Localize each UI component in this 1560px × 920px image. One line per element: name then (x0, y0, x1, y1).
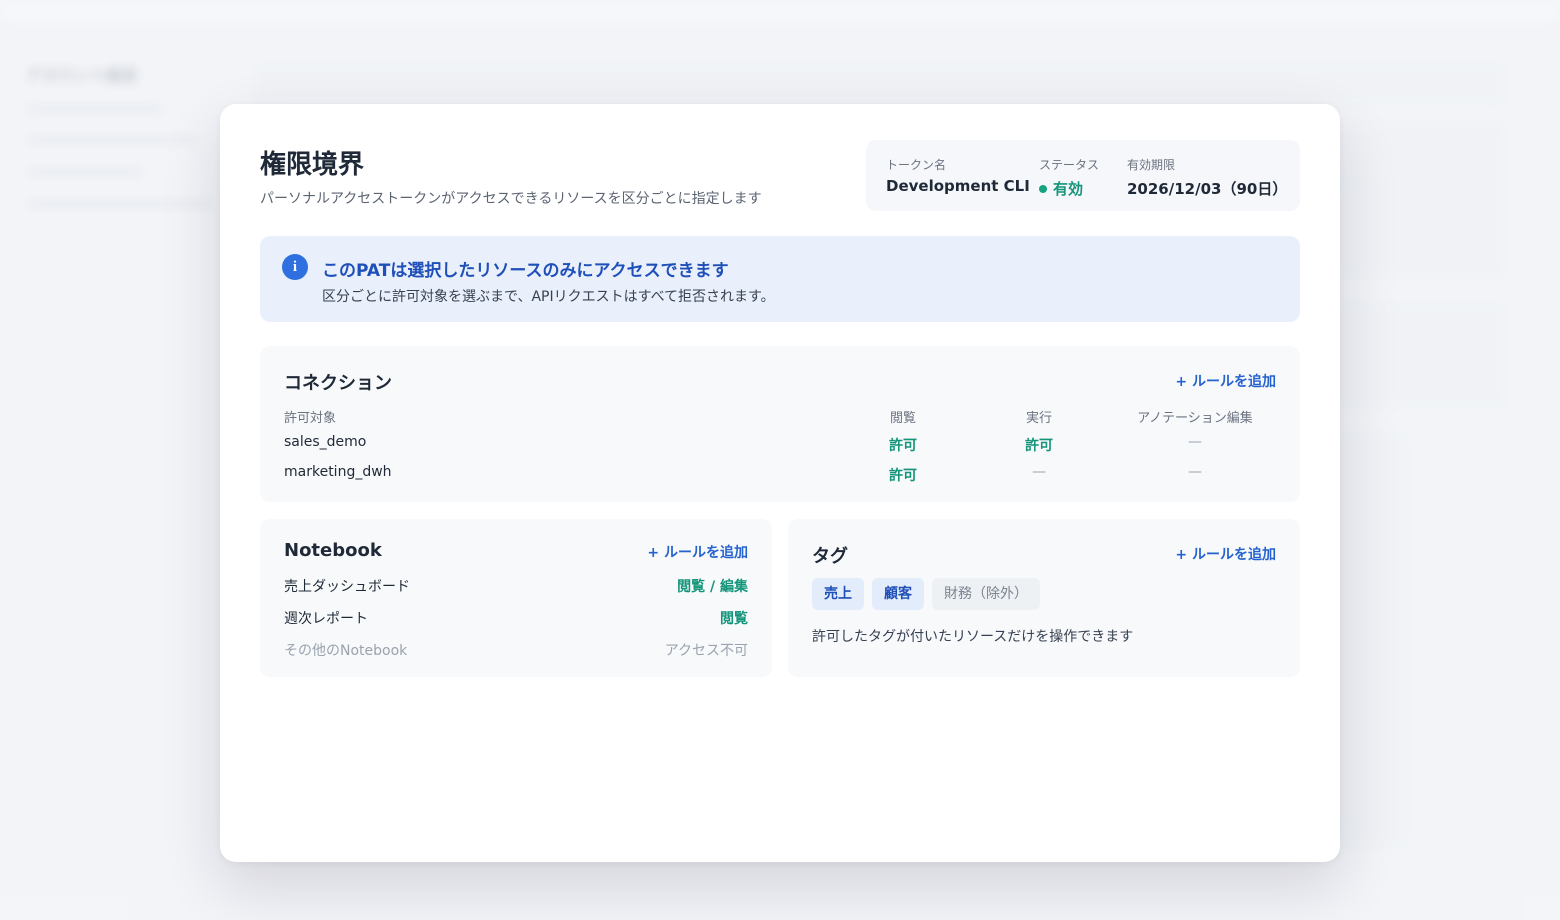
connection-annotate-perm[interactable]: — (1188, 434, 1202, 450)
info-title: このPATは選択したリソースのみにアクセスできます (322, 261, 729, 281)
connection-view-perm[interactable]: 許可 (889, 435, 917, 455)
page-title: 権限境界 (260, 150, 365, 180)
tags-panel: タグ + ルールを追加 売上 顧客 財務（除外） 許可したタグが付いたリソースだ… (788, 519, 1300, 677)
connection-target: sales_demo (284, 434, 367, 450)
notebook-rule-row[interactable]: 週次レポート 閲覧 (284, 608, 748, 628)
connections-add-rule-button[interactable]: + ルールを追加 (1175, 371, 1276, 391)
connection-target: marketing_dwh (284, 464, 392, 480)
notebook-name: その他のNotebook (284, 643, 408, 659)
notebook-rule-row: その他のNotebook アクセス不可 (284, 640, 748, 660)
permission-boundary-dialog: 権限境界 パーソナルアクセストークンがアクセスできるリソースを区分ごとに指定しま… (220, 104, 1340, 862)
notebook-name: 週次レポート (284, 611, 368, 627)
status-badge: 有効 (1039, 178, 1083, 199)
tag-chip[interactable]: 顧客 (872, 578, 924, 610)
notebook-rule-row[interactable]: 売上ダッシュボード 閲覧 / 編集 (284, 576, 748, 596)
column-header-target: 許可対象 (284, 411, 337, 426)
connection-run-perm[interactable]: 許可 (1025, 435, 1053, 455)
token-status: 有効 (1053, 180, 1084, 198)
tag-chip-excluded[interactable]: 財務（除外） (932, 578, 1040, 610)
connection-run-perm[interactable]: — (1032, 464, 1046, 480)
notebook-title: Notebook (284, 540, 382, 561)
token-status-label: ステータス (1039, 158, 1100, 172)
connections-panel: コネクション + ルールを追加 許可対象 閲覧 実行 アノテーション編集 sal… (260, 346, 1300, 502)
token-expiry-label: 有効期限 (1127, 158, 1176, 172)
notebook-name: 売上ダッシュボード (284, 579, 410, 595)
page-subtitle: パーソナルアクセストークンがアクセスできるリソースを区分ごとに指定します (260, 191, 762, 207)
token-summary: トークン名 Development CLI ステータス 有効 有効期限 2026… (866, 140, 1300, 211)
notebook-permission: 閲覧 / 編集 (677, 579, 748, 595)
token-expiry: 2026/12/03（90日） (1127, 180, 1288, 198)
tag-chip[interactable]: 売上 (812, 578, 864, 610)
column-header-run: 実行 (1025, 411, 1053, 426)
token-name: Development CLI (886, 177, 1030, 195)
tags-add-rule-button[interactable]: + ルールを追加 (1175, 544, 1276, 564)
tags-note: 許可したタグが付いたリソースだけを操作できます (812, 629, 1134, 645)
info-icon: i (282, 254, 308, 280)
connection-view-perm[interactable]: 許可 (889, 465, 917, 485)
info-banner: i このPATは選択したリソースのみにアクセスできます 区分ごとに許可対象を選ぶ… (260, 236, 1300, 322)
column-header-annotate: アノテーション編集 (1137, 411, 1253, 426)
status-dot-icon (1039, 184, 1047, 193)
notebook-permission: アクセス不可 (664, 643, 748, 659)
tags-title: タグ (812, 546, 848, 567)
notebook-panel: Notebook + ルールを追加 売上ダッシュボード 閲覧 / 編集 週次レポ… (260, 519, 772, 677)
notebook-add-rule-button[interactable]: + ルールを追加 (647, 542, 748, 562)
notebook-permission: 閲覧 (720, 611, 748, 627)
column-header-view: 閲覧 (889, 411, 917, 426)
info-text: 区分ごとに許可対象を選ぶまで、APIリクエストはすべて拒否されます。 (322, 289, 775, 305)
connection-annotate-perm[interactable]: — (1188, 464, 1202, 480)
connections-title: コネクション (284, 373, 392, 394)
token-name-label: トークン名 (886, 158, 947, 172)
